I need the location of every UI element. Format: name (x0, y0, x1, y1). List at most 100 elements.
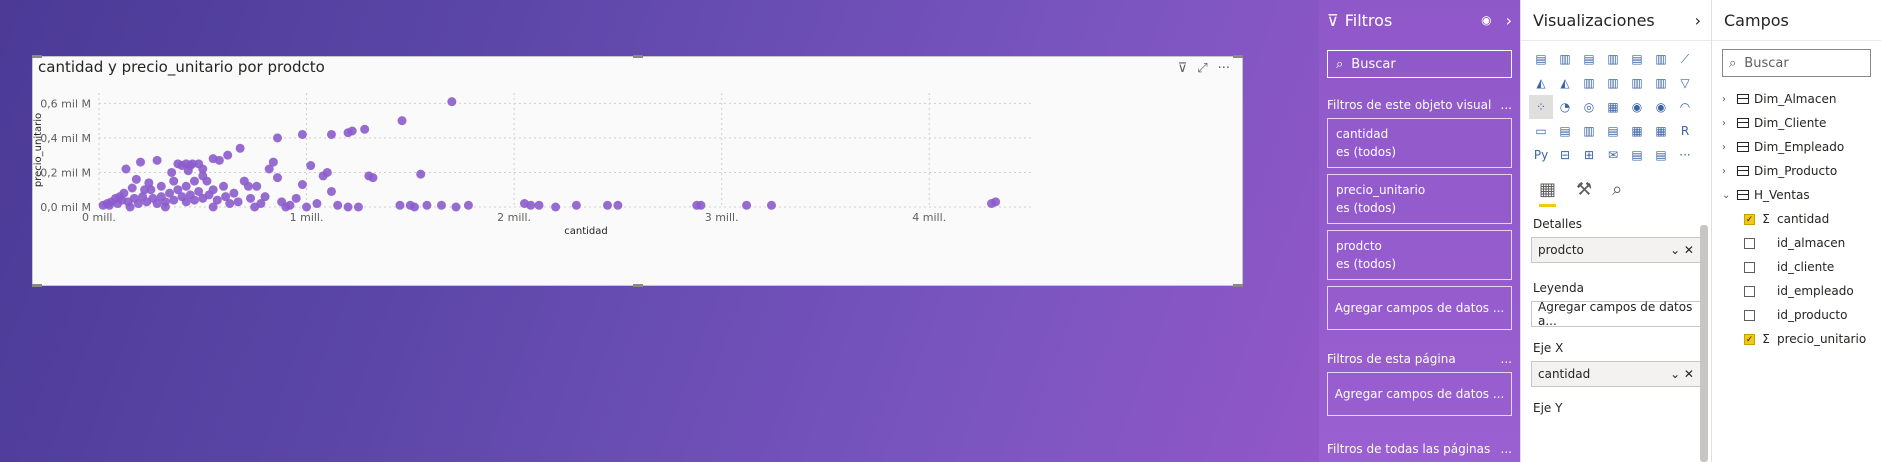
key-influencers-icon[interactable]: ⊟ (1553, 143, 1577, 167)
chevron-right-icon[interactable]: › (1722, 118, 1732, 129)
chevron-down-icon[interactable]: ⌄ ✕ (1670, 367, 1694, 381)
field-row[interactable]: ✓ Σprecio_unitario (1722, 327, 1881, 351)
table-icon[interactable]: ▦ (1625, 119, 1649, 143)
format-tab-icon[interactable]: ⚒ (1576, 179, 1592, 207)
scatter-icon[interactable]: ⁘ (1529, 95, 1553, 119)
field-row[interactable]: id_cliente (1722, 255, 1881, 279)
decomposition-tree-icon[interactable]: ⊞ (1577, 143, 1601, 167)
data-point (127, 183, 137, 193)
table-row[interactable]: › Dim_Producto (1722, 159, 1881, 183)
data-point (250, 202, 260, 212)
line-column-icon[interactable]: ▥ (1577, 71, 1601, 95)
field-row[interactable]: id_producto (1722, 303, 1881, 327)
data-point (189, 176, 199, 186)
waterfall-icon[interactable]: ▥ (1649, 71, 1673, 95)
field-name: id_producto (1777, 308, 1848, 322)
slicer-icon[interactable]: ▤ (1601, 119, 1625, 143)
ribbon-chart-icon[interactable]: ▥ (1625, 71, 1649, 95)
narrative-icon[interactable]: ▤ (1625, 143, 1649, 167)
filter-card-cantidad[interactable]: cantidad es (todos) (1327, 118, 1512, 168)
table-icon (1737, 166, 1749, 176)
more-visuals-icon[interactable]: ··· (1673, 143, 1697, 167)
table-row[interactable]: ⌄ H_Ventas (1722, 183, 1881, 207)
more-options-icon[interactable]: ... (1501, 98, 1512, 112)
field-row[interactable]: ✓ Σcantidad (1722, 207, 1881, 231)
visualizations-scrollbar[interactable] (1700, 225, 1708, 462)
qa-icon[interactable]: ✉ (1601, 143, 1625, 167)
collapse-chevron-icon[interactable]: › (1695, 11, 1701, 30)
filter-card-precio-unitario[interactable]: precio_unitario es (todos) (1327, 174, 1512, 224)
more-options-icon[interactable]: ... (1501, 442, 1512, 456)
pie-icon[interactable]: ◔ (1553, 95, 1577, 119)
clustered-bar-icon[interactable]: ▤ (1577, 47, 1601, 71)
search-icon: ⌕ (1336, 56, 1344, 72)
filters-search-input[interactable]: ⌕ Buscar (1327, 50, 1512, 78)
data-point (204, 190, 214, 200)
table-icon (1737, 190, 1749, 200)
y-tick-label: 0,4 mil M (40, 132, 91, 145)
python-visual-icon[interactable]: Py (1529, 143, 1553, 167)
chevron-right-icon[interactable]: › (1722, 166, 1732, 177)
scatter-chart: 0,0 mil M0,2 mil M0,4 mil M0,6 mil M0 mi… (33, 93, 1033, 237)
r-visual-icon[interactable]: R (1673, 119, 1697, 143)
collapse-chevron-icon[interactable]: › (1506, 11, 1512, 30)
multirow-card-icon[interactable]: ▤ (1553, 119, 1577, 143)
analytics-tab-icon[interactable]: ⌕ (1612, 179, 1622, 207)
map-icon[interactable]: ◉ (1625, 95, 1649, 119)
table-row[interactable]: › Dim_Cliente (1722, 111, 1881, 135)
table-name: Dim_Producto (1754, 164, 1838, 178)
treemap-icon[interactable]: ▦ (1601, 95, 1625, 119)
filter-card-prodcto[interactable]: prodcto es (todos) (1327, 230, 1512, 280)
data-point (318, 171, 328, 181)
add-page-filter-field[interactable]: Agregar campos de datos ... (1327, 372, 1512, 416)
field-row[interactable]: id_almacen (1722, 231, 1881, 255)
kpi-icon[interactable]: ▥ (1577, 119, 1601, 143)
chevron-down-icon[interactable]: ⌄ (1722, 190, 1732, 201)
field-checkbox[interactable]: ✓ (1744, 333, 1755, 345)
chevron-right-icon[interactable]: › (1722, 142, 1732, 153)
100-bar-icon[interactable]: ▤ (1625, 47, 1649, 71)
field-checkbox[interactable] (1744, 261, 1755, 273)
line-column-2-icon[interactable]: ▥ (1601, 71, 1625, 95)
stacked-bar-icon[interactable]: ▤ (1529, 47, 1553, 71)
area-chart-icon[interactable]: ◭ (1529, 71, 1553, 95)
field-row[interactable]: id_empleado (1722, 279, 1881, 303)
gauge-icon[interactable]: ◠ (1673, 95, 1697, 119)
stacked-area-icon[interactable]: ◭ (1553, 71, 1577, 95)
data-point (233, 197, 243, 207)
scatter-visual[interactable]: cantidad y precio_unitario por prodcto ⊽… (32, 55, 1243, 287)
fields-search-input[interactable]: ⌕ Buscar (1722, 49, 1871, 77)
chevron-down-icon[interactable]: ⌄ ✕ (1670, 243, 1694, 257)
table-row[interactable]: › Dim_Empleado (1722, 135, 1881, 159)
field-checkbox[interactable] (1744, 237, 1755, 249)
more-options-icon[interactable]: ... (1501, 352, 1512, 366)
clustered-column-icon[interactable]: ▥ (1601, 47, 1625, 71)
add-visual-filter-field[interactable]: Agregar campos de datos ... (1327, 286, 1512, 330)
ejex-well[interactable]: cantidad ⌄ ✕ (1531, 361, 1701, 387)
data-point (343, 128, 353, 138)
card-icon[interactable]: ▭ (1529, 119, 1553, 143)
field-checkbox[interactable] (1744, 309, 1755, 321)
chevron-right-icon[interactable]: › (1722, 94, 1732, 105)
matrix-icon[interactable]: ▦ (1649, 119, 1673, 143)
data-point (235, 143, 245, 153)
data-point (246, 193, 256, 203)
detalles-well[interactable]: prodcto ⌄ ✕ (1531, 237, 1701, 263)
report-canvas[interactable]: cantidad y precio_unitario por prodcto ⊽… (0, 0, 1319, 462)
eye-icon[interactable]: ◉ (1481, 13, 1491, 27)
donut-icon[interactable]: ◎ (1577, 95, 1601, 119)
fields-tab-icon[interactable]: ▦ (1539, 179, 1557, 207)
filled-map-icon[interactable]: ◉ (1649, 95, 1673, 119)
100-column-icon[interactable]: ▥ (1649, 47, 1673, 71)
field-checkbox[interactable]: ✓ (1744, 213, 1755, 225)
table-row[interactable]: › Dim_Almacen (1722, 87, 1881, 111)
funnel-icon[interactable]: ▽ (1673, 71, 1697, 95)
table-icon (1737, 94, 1749, 104)
field-checkbox[interactable] (1744, 285, 1755, 297)
line-chart-icon[interactable]: ⟋ (1673, 47, 1697, 71)
visual-type-gallery: ▤ ▥ ▤ ▥ ▤ ▥ ⟋ ◭ ◭ ▥ ▥ ▥ ▥ ▽ ⁘ ◔ ◎ ▦ ◉ ◉ ◠ ▭ ▤ ▥ ▤ ▦ ▦ R Py ⊟ ⊞ ✉ ▤ ▤ ··· (1521, 41, 1711, 167)
paginated-icon[interactable]: ▤ (1649, 143, 1673, 167)
leyenda-well[interactable]: Agregar campos de datos a... (1531, 300, 1701, 328)
stacked-column-icon[interactable]: ▥ (1553, 47, 1577, 71)
data-point (297, 129, 307, 139)
